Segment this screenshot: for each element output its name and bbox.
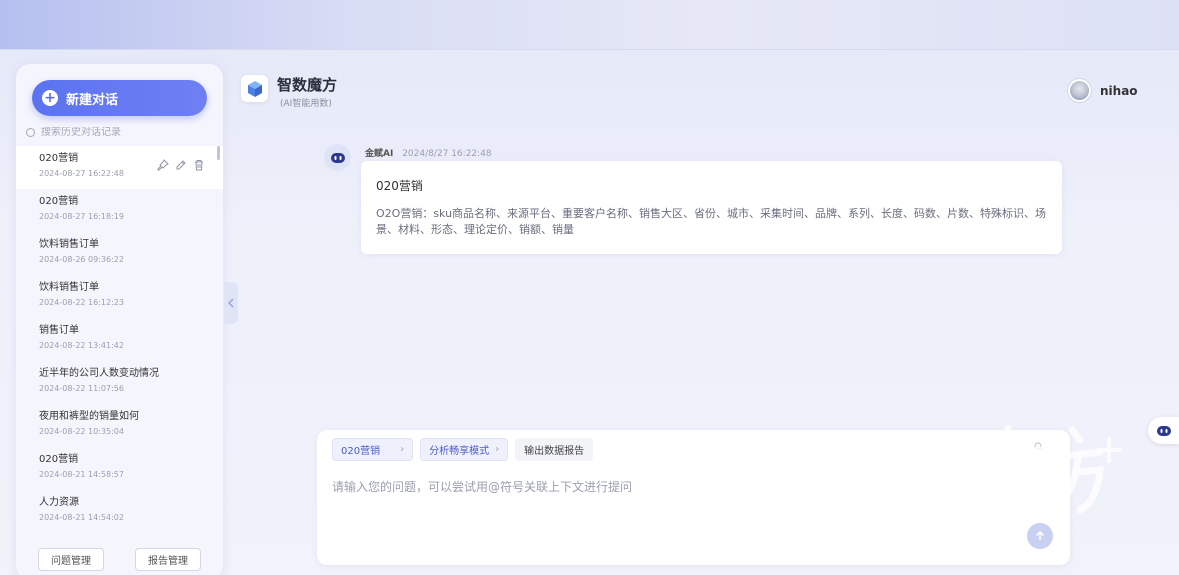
history-item[interactable]: 020营销 2024-08-27 16:18:19 — [16, 189, 223, 232]
bot-avatar — [324, 144, 351, 171]
history-item-time: 2024-08-22 16:12:23 — [39, 298, 124, 307]
watermark-logo — [984, 424, 1122, 518]
top-banner — [0, 0, 1179, 50]
assistant-float-button[interactable] — [1148, 417, 1179, 444]
app-subtitle: (AI智能用数) — [280, 99, 332, 109]
robot-icon — [1156, 425, 1171, 436]
message-title: 020营销 — [376, 179, 423, 193]
sidebar-footer: 问题管理 报告管理 — [16, 548, 223, 575]
app-logo — [241, 75, 268, 102]
history-item-time: 2024-08-21 14:58:57 — [39, 470, 124, 479]
chip-label: 分析畅享模式 — [429, 446, 490, 457]
history-item-time: 2024-08-22 10:35:04 — [39, 427, 124, 436]
message-sender: 金赋AI — [365, 149, 394, 159]
send-button[interactable] — [1027, 523, 1053, 549]
report-management-button[interactable]: 报告管理 — [135, 548, 201, 571]
message-meta: 金赋AI 2024/8/27 16:22:48 — [365, 146, 492, 159]
user-menu[interactable]: nihao — [1068, 79, 1138, 102]
history-item[interactable]: 饮料销售订单 2024-08-26 09:36:22 — [16, 232, 223, 275]
history-item[interactable]: 近半年的公司人数变动情况 2024-08-22 11:07:56 — [16, 361, 223, 404]
chip-topic[interactable]: 020营销 › — [332, 438, 414, 461]
edit-icon[interactable] — [175, 159, 187, 171]
history-item[interactable]: 饮料销售订单 2024-08-22 16:12:23 — [16, 275, 223, 318]
history-item[interactable]: 人力资源 2024-08-21 14:54:02 — [16, 490, 223, 533]
chip-label: 输出数据报告 — [524, 446, 585, 457]
robot-icon — [330, 152, 345, 163]
username: nihao — [1100, 83, 1138, 98]
history-item[interactable]: 020营销 2024-08-27 16:22:48 — [16, 146, 223, 189]
chevron-right-icon: › — [495, 444, 500, 455]
send-icon — [1035, 530, 1045, 540]
history-search-input[interactable] — [41, 126, 211, 138]
message-card: 020营销 O2O营销：sku商品名称、来源平台、重要客户名称、销售大区、省份、… — [361, 161, 1062, 254]
plus-icon: + — [42, 90, 58, 106]
app-title: 智数魔方 — [277, 76, 338, 94]
chip-label: 020营销 — [341, 446, 381, 457]
history-item-title: 销售订单 — [39, 325, 79, 336]
sidebar-collapse-handle[interactable] — [224, 282, 238, 324]
history-item-time: 2024-08-21 14:54:02 — [39, 513, 124, 522]
pin-icon[interactable] — [157, 159, 169, 171]
history-item-title: 饮料销售订单 — [39, 239, 99, 250]
history-item-title: 人力资源 — [39, 497, 79, 508]
chip-report[interactable]: 输出数据报告 — [515, 438, 594, 461]
question-management-button[interactable]: 问题管理 — [38, 548, 104, 571]
history-item-title: 020营销 — [39, 196, 79, 207]
sidebar: + 新建对话 020营销 2024-08-27 16:22:48 020营销 2… — [16, 64, 223, 575]
history-item-time: 2024-08-27 16:18:19 — [39, 212, 124, 221]
chevron-left-icon — [227, 298, 234, 308]
history-item-time: 2024-08-26 09:36:22 — [39, 255, 124, 264]
message-time: 2024/8/27 16:22:48 — [402, 149, 492, 159]
avatar — [1068, 79, 1091, 102]
history-list: 020营销 2024-08-27 16:22:48 020营销 2024-08-… — [16, 146, 223, 533]
history-item[interactable]: 销售订单 2024-08-22 13:41:42 — [16, 318, 223, 361]
history-item-time: 2024-08-22 11:07:56 — [39, 384, 124, 393]
history-scrollbar[interactable] — [217, 146, 220, 160]
input-chips: 020营销 › 分析畅享模式 › 输出数据报告 — [332, 438, 594, 461]
history-item-title: 饮料销售订单 — [39, 282, 99, 293]
trash-icon[interactable] — [193, 159, 205, 171]
history-item[interactable]: 夜用和裤型的销量如何 2024-08-22 10:35:04 — [16, 404, 223, 447]
history-search — [26, 123, 216, 141]
question-input[interactable] — [332, 480, 1022, 494]
message-body: O2O营销：sku商品名称、来源平台、重要客户名称、销售大区、省份、城市、采集时… — [376, 207, 1047, 236]
history-item-time: 2024-08-22 13:41:42 — [39, 341, 124, 350]
new-chat-button[interactable]: + 新建对话 — [32, 80, 207, 116]
history-item-title: 020营销 — [39, 454, 79, 465]
chevron-right-icon: › — [400, 444, 405, 455]
new-chat-label: 新建对话 — [66, 92, 119, 108]
history-item[interactable]: 020营销 2024-08-21 14:58:57 — [16, 447, 223, 490]
chip-mode[interactable]: 分析畅享模式 › — [420, 438, 509, 461]
search-icon — [26, 127, 35, 137]
chat-input-panel: 020营销 › 分析畅享模式 › 输出数据报告 — [317, 430, 1070, 565]
history-item-title: 近半年的公司人数变动情况 — [39, 368, 159, 379]
history-item-actions — [157, 159, 205, 171]
cube-logo-icon — [247, 80, 262, 97]
history-item-title: 夜用和裤型的销量如何 — [39, 411, 139, 422]
